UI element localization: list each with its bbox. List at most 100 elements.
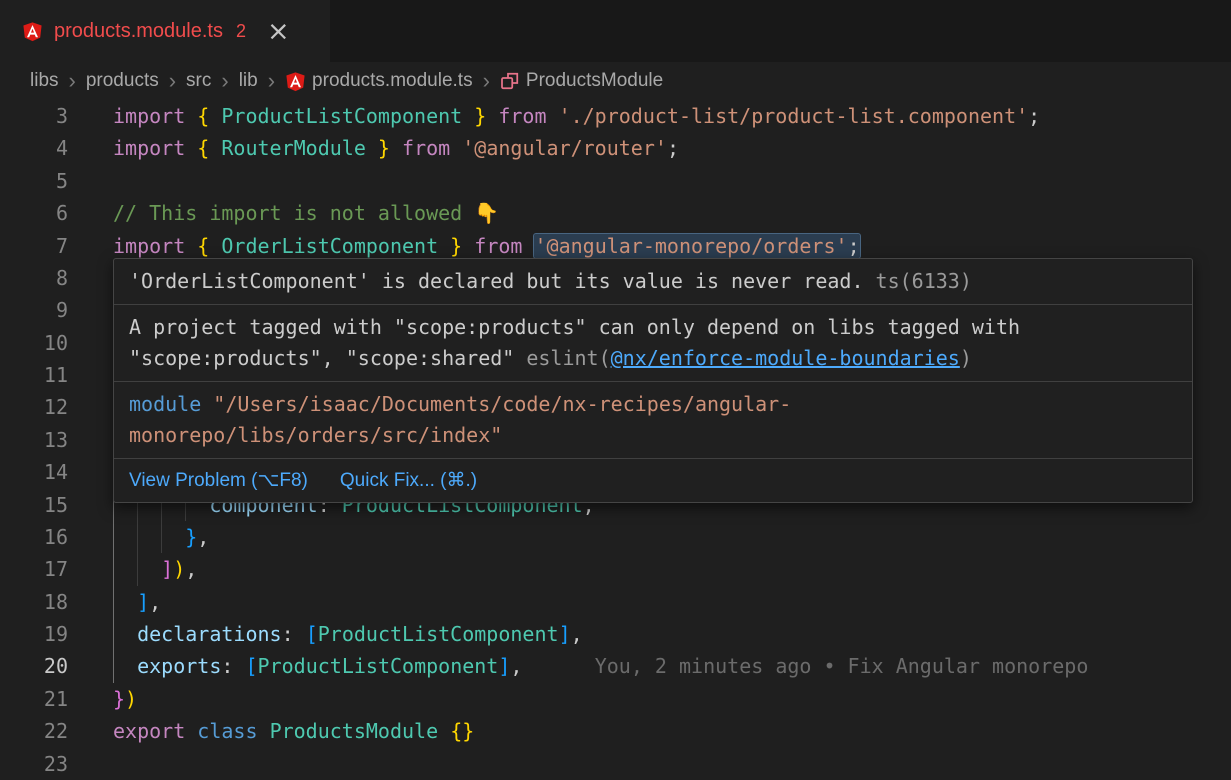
indent-guide <box>113 586 114 618</box>
line-number[interactable]: 20 <box>0 650 113 682</box>
breadcrumb-label: products.module.ts <box>312 70 473 92</box>
line-number[interactable]: 14 <box>0 456 113 488</box>
indent-guide <box>113 618 114 650</box>
line-number[interactable]: 11 <box>0 359 113 391</box>
vscode-window: products.module.ts 2 × libs›products›src… <box>0 0 1231 780</box>
symbol-class-icon <box>500 71 520 91</box>
code-token: import <box>113 136 197 160</box>
code-token: } <box>185 525 197 549</box>
module-path-1: "/Users/isaac/Documents/code/nx-recipes/… <box>213 392 791 416</box>
code-content[interactable]: }, <box>113 521 1231 553</box>
line-number[interactable]: 10 <box>0 327 113 359</box>
code-content[interactable]: }) <box>113 683 1231 715</box>
code-content[interactable]: import { ProductListComponent } from './… <box>113 100 1231 132</box>
code-token: { <box>197 234 221 258</box>
module-info-line1: module "/Users/isaac/Documents/code/nx-r… <box>129 389 1177 420</box>
code-line-4[interactable]: 4import { RouterModule } from '@angular/… <box>0 132 1231 164</box>
code-token: from <box>462 234 534 258</box>
module-keyword: module <box>129 392 201 416</box>
code-token: [ <box>306 622 318 646</box>
code-token: './product-list/product-list.component' <box>559 104 1029 128</box>
close-icon[interactable]: × <box>267 18 290 45</box>
code-content[interactable]: import { RouterModule } from '@angular/r… <box>113 132 1231 164</box>
code-content[interactable]: export class ProductsModule {} <box>113 715 1231 747</box>
code-line-21[interactable]: 21}) <box>0 683 1231 715</box>
angular-file-icon <box>22 21 43 42</box>
line-number[interactable]: 16 <box>0 521 113 553</box>
breadcrumb-separator: › <box>482 70 491 92</box>
code-token: : <box>221 654 245 678</box>
breadcrumb-item-productsmodule[interactable]: ProductsModule <box>500 70 663 92</box>
code-content[interactable]: declarations: [ProductListComponent], <box>113 618 1231 650</box>
diagnostic-ts-message: 'OrderListComponent' is declared but its… <box>129 269 864 293</box>
line-number[interactable]: 5 <box>0 165 113 197</box>
diagnostic-eslint-line2: "scope:products", "scope:shared" eslint(… <box>129 343 1177 374</box>
code-line-22[interactable]: 22export class ProductsModule {} <box>0 715 1231 747</box>
tab-title: products.module.ts <box>54 20 223 43</box>
code-token: declarations <box>137 622 282 646</box>
breadcrumb-item-src[interactable]: src <box>186 70 211 92</box>
code-line-18[interactable]: 18 ], <box>0 586 1231 618</box>
breadcrumb-item-products-module-ts[interactable]: products.module.ts <box>285 70 473 92</box>
code-content[interactable]: exports: [ProductListComponent], You, 2 … <box>113 650 1231 682</box>
breadcrumb-label: ProductsModule <box>526 70 663 92</box>
line-number[interactable]: 17 <box>0 553 113 585</box>
hover-actions: View Problem (⌥F8) Quick Fix... (⌘.) <box>114 459 1192 502</box>
eslint-source-suffix: ) <box>960 346 972 370</box>
indent-guide <box>113 553 114 585</box>
module-info: module "/Users/isaac/Documents/code/nx-r… <box>114 382 1192 459</box>
line-number[interactable]: 13 <box>0 424 113 456</box>
code-token: { <box>197 136 221 160</box>
code-token: export <box>113 719 185 743</box>
code-token <box>185 719 197 743</box>
indent-guide <box>137 553 138 585</box>
breadcrumb-item-lib[interactable]: lib <box>239 70 258 92</box>
line-number[interactable]: 3 <box>0 100 113 132</box>
code-line-20[interactable]: 20 exports: [ProductListComponent], You,… <box>0 650 1231 682</box>
line-number[interactable]: 18 <box>0 586 113 618</box>
code-line-3[interactable]: 3import { ProductListComponent } from '.… <box>0 100 1231 132</box>
line-number[interactable]: 4 <box>0 132 113 164</box>
code-line-17[interactable]: 17 ]), <box>0 553 1231 585</box>
line-number[interactable]: 8 <box>0 262 113 294</box>
code-content[interactable]: ], <box>113 586 1231 618</box>
code-token: RouterModule <box>221 136 366 160</box>
quick-fix-action[interactable]: Quick Fix... (⌘.) <box>340 465 477 496</box>
code-token: } <box>366 136 390 160</box>
code-line-19[interactable]: 19 declarations: [ProductListComponent], <box>0 618 1231 650</box>
code-content[interactable] <box>113 748 1231 780</box>
code-token: ] <box>559 622 571 646</box>
code-token: import <box>113 234 197 258</box>
code-content[interactable] <box>113 165 1231 197</box>
code-line-16[interactable]: 16 }, <box>0 521 1231 553</box>
code-line-6[interactable]: 6// This import is not allowed 👇 <box>0 197 1231 229</box>
code-token: { <box>197 104 221 128</box>
code-token: ProductListComponent <box>221 104 462 128</box>
line-number[interactable]: 6 <box>0 197 113 229</box>
line-number[interactable]: 7 <box>0 230 113 262</box>
breadcrumb-label: products <box>86 70 159 92</box>
line-number[interactable]: 19 <box>0 618 113 650</box>
code-content[interactable]: // This import is not allowed 👇 <box>113 197 1231 229</box>
tab-products-module-ts[interactable]: products.module.ts 2 × <box>0 0 330 62</box>
line-number[interactable]: 15 <box>0 489 113 521</box>
code-token: , <box>510 654 522 678</box>
line-number[interactable]: 12 <box>0 391 113 423</box>
line-number[interactable]: 23 <box>0 748 113 780</box>
view-problem-action[interactable]: View Problem (⌥F8) <box>129 465 308 496</box>
code-token: import <box>113 104 197 128</box>
eslint-rule-link[interactable]: @nx/enforce-module-boundaries <box>611 346 960 370</box>
breadcrumb-item-products[interactable]: products <box>86 70 159 92</box>
code-content[interactable]: ]), <box>113 553 1231 585</box>
breadcrumb-item-libs[interactable]: libs <box>30 70 59 92</box>
line-number[interactable]: 21 <box>0 683 113 715</box>
code-token: '@angular-monorepo/orders' <box>534 234 847 258</box>
code-token: ] <box>498 654 510 678</box>
editor[interactable]: 3import { ProductListComponent } from '.… <box>0 100 1231 780</box>
code-line-23[interactable]: 23 <box>0 748 1231 780</box>
code-line-5[interactable]: 5 <box>0 165 1231 197</box>
line-number[interactable]: 22 <box>0 715 113 747</box>
indent-guide <box>113 650 114 682</box>
line-number[interactable]: 9 <box>0 294 113 326</box>
code-token <box>113 590 137 614</box>
